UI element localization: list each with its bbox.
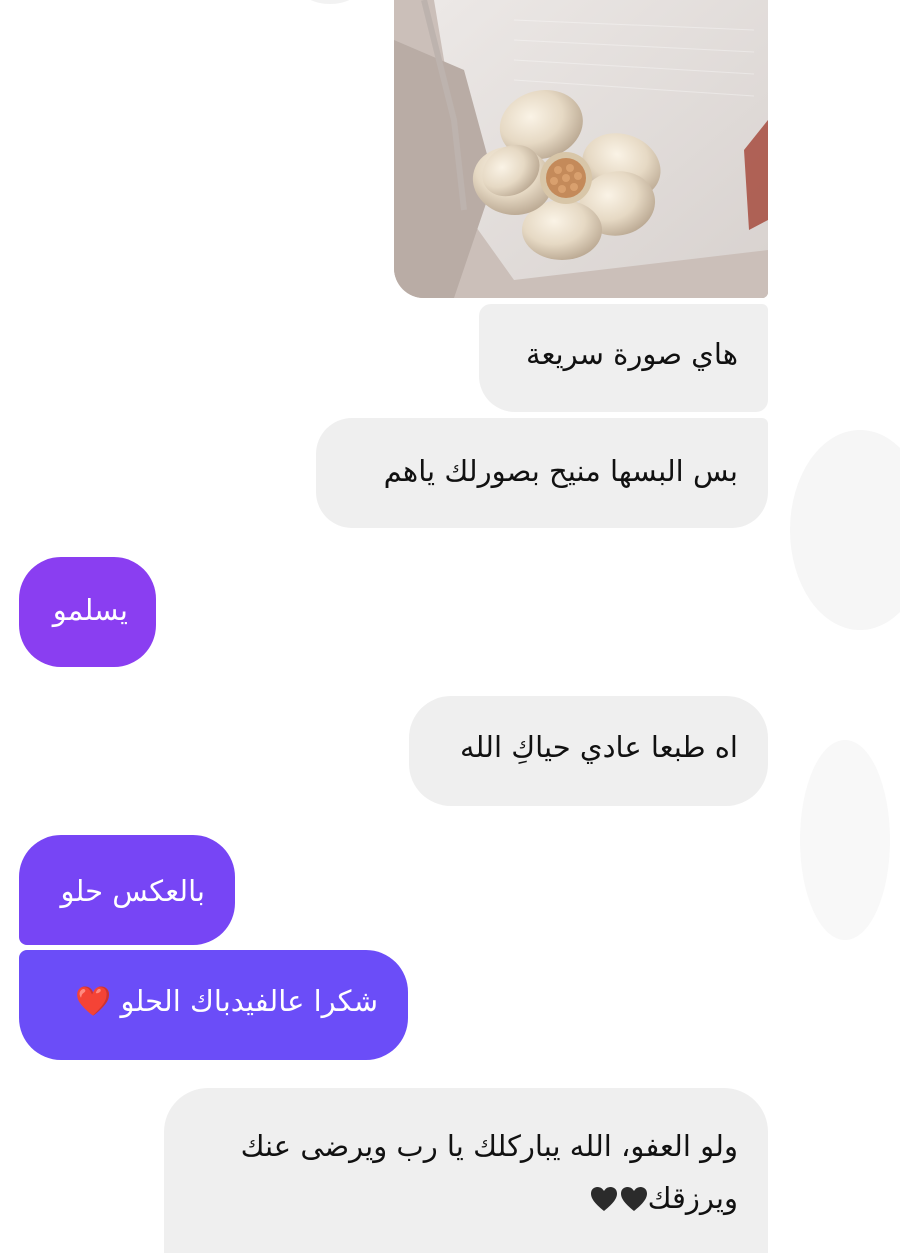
message-text: بالعكس حلو: [60, 874, 205, 908]
message-text-line: ويرزقك: [164, 1172, 738, 1224]
message-text-line: ولو العفو، الله يباركلك يا رب ويرضى عنك: [240, 1129, 738, 1163]
message-text: هاي صورة سريعة: [526, 337, 738, 371]
photo-message[interactable]: [394, 0, 768, 298]
message-text: بس البسها منيح بصورلك ياهم: [383, 454, 738, 488]
received-message[interactable]: بس البسها منيح بصورلك ياهم: [316, 418, 768, 528]
message-text: يسلمو: [52, 593, 128, 627]
background-decoration: [800, 740, 890, 940]
flower-brooch-photo: [394, 0, 768, 298]
message-text: اه طبعا عادي حياكِ الله: [460, 730, 738, 764]
background-decoration: [300, 0, 360, 4]
black-heart-icon: [620, 1187, 647, 1211]
black-heart-icon: [590, 1187, 617, 1211]
received-message[interactable]: هاي صورة سريعة: [479, 304, 768, 412]
received-message[interactable]: اه طبعا عادي حياكِ الله: [409, 696, 768, 806]
message-text: شكرا عالفيدباك الحلو ❤️: [75, 984, 378, 1018]
sent-message[interactable]: شكرا عالفيدباك الحلو ❤️: [19, 950, 408, 1060]
background-decoration: [790, 430, 900, 630]
sent-message[interactable]: بالعكس حلو: [19, 835, 235, 945]
received-message[interactable]: ولو العفو، الله يباركلك يا رب ويرضى عنك …: [164, 1088, 768, 1253]
sent-message[interactable]: يسلمو: [19, 557, 156, 667]
